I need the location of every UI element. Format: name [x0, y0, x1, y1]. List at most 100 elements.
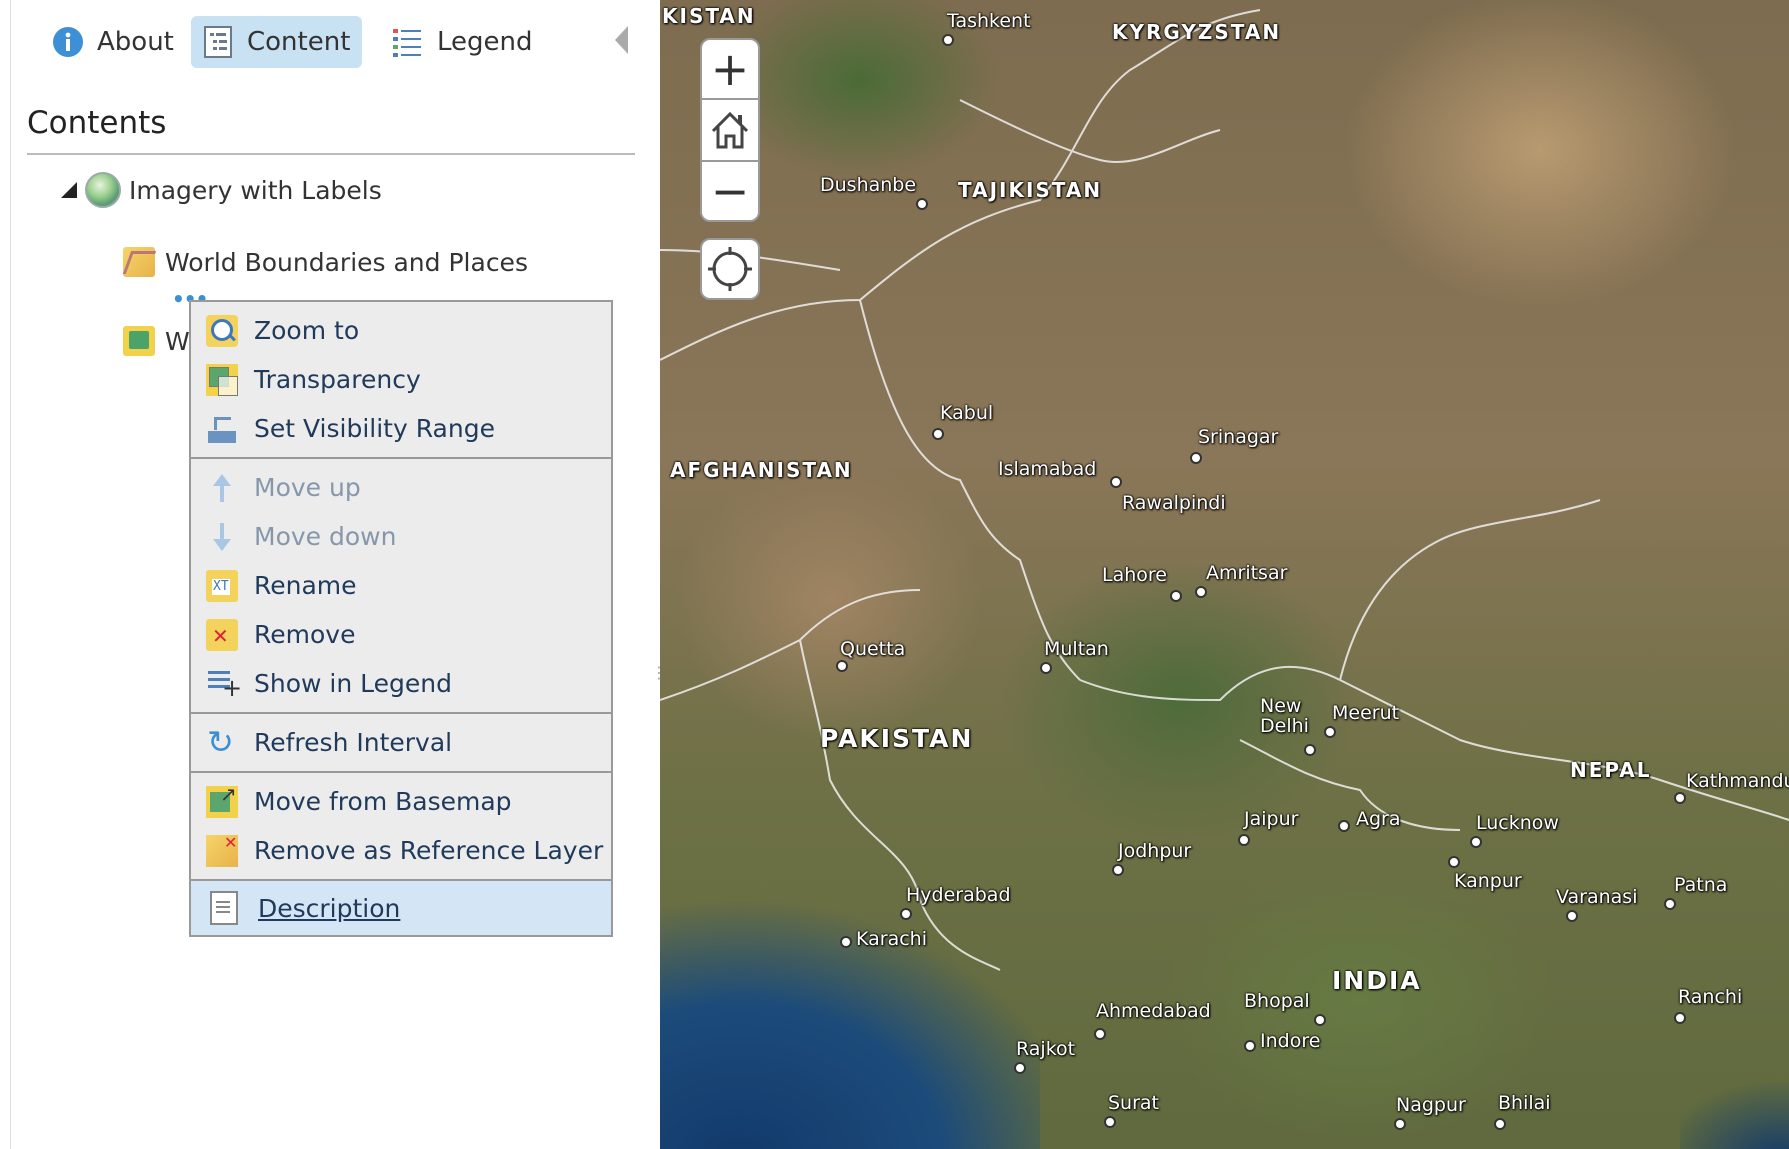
menu-item-remove[interactable]: Remove — [191, 610, 611, 659]
collapse-panel-arrow-icon[interactable] — [615, 26, 628, 54]
city-dot — [1040, 662, 1052, 674]
layer-context-menu: Zoom to Transparency Set Visibility Rang… — [189, 300, 613, 937]
city-dot — [1244, 1040, 1256, 1052]
layer-label: W — [165, 326, 190, 356]
city-dot — [916, 198, 928, 210]
map-label-city: Kathmandu — [1686, 770, 1789, 792]
layer-label: World Boundaries and Places — [165, 247, 528, 277]
city-dot — [900, 908, 912, 920]
tab-about[interactable]: About — [41, 16, 186, 68]
menu-group-refresh: Refresh Interval — [191, 714, 611, 773]
zoom-in-button[interactable]: + — [700, 38, 760, 100]
map-label-city: Karachi — [856, 928, 927, 950]
map-label-country: NEPAL — [1570, 758, 1652, 782]
menu-item-label: Show in Legend — [254, 669, 452, 698]
map-label-city: Hyderabad — [906, 884, 1011, 906]
show-in-legend-icon — [206, 668, 242, 700]
map-label-country: AFGHANISTAN — [670, 458, 853, 482]
menu-item-move-up: Move up — [191, 463, 611, 512]
map-label-country: KYRGYZSTAN — [1112, 20, 1282, 44]
refresh-icon — [206, 725, 238, 759]
map-label-city: Varanasi — [1556, 886, 1638, 908]
menu-item-refresh-interval[interactable]: Refresh Interval — [191, 718, 611, 767]
tab-content-label: Content — [247, 27, 351, 57]
menu-item-label: Description — [258, 893, 401, 923]
menu-item-label: Zoom to — [254, 316, 360, 345]
tab-legend[interactable]: Legend — [381, 16, 545, 68]
city-dot — [1494, 1118, 1506, 1130]
map-view[interactable]: + − KISTAN Tashkent KYRGYZSTAN Dushanbe … — [660, 0, 1789, 1149]
map-label-country: KISTAN — [662, 4, 756, 28]
city-dot — [1338, 820, 1350, 832]
map-label-city: Islamabad — [998, 458, 1097, 480]
city-dot — [932, 428, 944, 440]
description-document-icon — [210, 891, 238, 925]
city-dot — [1094, 1028, 1106, 1040]
expand-triangle-icon[interactable] — [61, 182, 77, 198]
map-label-city: Patna — [1674, 874, 1728, 896]
menu-item-label: Rename — [254, 571, 357, 600]
map-label-city: Amritsar — [1206, 562, 1288, 584]
map-label-city: Nagpur — [1396, 1094, 1466, 1116]
transparency-icon — [206, 363, 238, 396]
city-dot — [1566, 910, 1578, 922]
globe-icon — [85, 172, 121, 208]
basemap-layer-label: Imagery with Labels — [129, 175, 382, 205]
menu-item-set-visibility-range[interactable]: Set Visibility Range — [191, 404, 611, 453]
plus-icon: + — [710, 42, 750, 96]
menu-item-show-in-legend[interactable]: Show in Legend — [191, 659, 611, 708]
home-button[interactable] — [700, 98, 760, 162]
map-label-city: Indore — [1260, 1030, 1321, 1052]
home-icon — [711, 111, 749, 149]
locate-button[interactable] — [700, 238, 760, 300]
map-label-city: Lucknow — [1476, 812, 1559, 834]
menu-item-label: Set Visibility Range — [254, 414, 495, 443]
zoom-out-button[interactable]: − — [700, 160, 760, 222]
map-label-city: Jaipur — [1244, 808, 1299, 830]
map-label-city: Quetta — [840, 638, 906, 660]
basemap-layer-row[interactable]: Imagery with Labels — [61, 172, 382, 208]
visibility-range-icon — [206, 413, 238, 445]
city-dot — [1674, 1012, 1686, 1024]
city-dot — [1104, 1116, 1116, 1128]
city-dot — [1448, 856, 1460, 868]
map-label-city: Meerut — [1332, 702, 1400, 724]
city-dot — [1112, 864, 1124, 876]
menu-item-transparency[interactable]: Transparency — [191, 355, 611, 404]
city-dot — [1664, 898, 1676, 910]
menu-item-description[interactable]: Description — [191, 881, 611, 935]
reference-layer-icon — [123, 247, 155, 277]
crosshair-locate-icon — [708, 247, 752, 291]
map-label-city: Agra — [1356, 808, 1401, 830]
menu-item-remove-as-reference-layer[interactable]: Remove as Reference Layer — [191, 826, 611, 875]
imagery-layer-icon — [123, 326, 155, 356]
menu-item-zoom-to[interactable]: Zoom to — [191, 306, 611, 355]
menu-item-rename[interactable]: Rename — [191, 561, 611, 610]
city-dot — [1394, 1118, 1406, 1130]
panel-tab-bar: About Content Legend — [11, 0, 651, 90]
menu-item-label: Move down — [254, 522, 397, 551]
arrow-up-icon — [206, 472, 238, 504]
menu-item-move-from-basemap[interactable]: Move from Basemap — [191, 777, 611, 826]
city-dot — [942, 34, 954, 46]
content-list-icon — [201, 25, 235, 59]
map-label-city: Tashkent — [947, 10, 1031, 32]
panel-splitter-handle[interactable]: ⋮ — [651, 665, 667, 710]
map-label-city: New Delhi — [1260, 695, 1309, 737]
rename-icon — [206, 569, 238, 602]
layer-row-imagery[interactable]: W — [123, 326, 190, 356]
arrow-down-icon — [206, 521, 238, 553]
menu-item-label: Move up — [254, 473, 361, 502]
map-label-city: Rajkot — [1016, 1038, 1076, 1060]
city-dot — [1674, 792, 1686, 804]
map-label-city: Bhilai — [1498, 1092, 1551, 1114]
map-label-country: PAKISTAN — [820, 724, 974, 753]
layer-row-world-boundaries[interactable]: World Boundaries and Places — [123, 247, 528, 277]
map-label-city: Srinagar — [1198, 426, 1279, 448]
map-label-city: Rawalpindi — [1122, 492, 1226, 514]
city-dot — [840, 936, 852, 948]
menu-item-label: Remove — [254, 620, 356, 649]
menu-item-move-down: Move down — [191, 512, 611, 561]
tab-content[interactable]: Content — [191, 16, 363, 68]
side-panel: About Content Legend Contents Imagery wi… — [10, 0, 650, 1149]
